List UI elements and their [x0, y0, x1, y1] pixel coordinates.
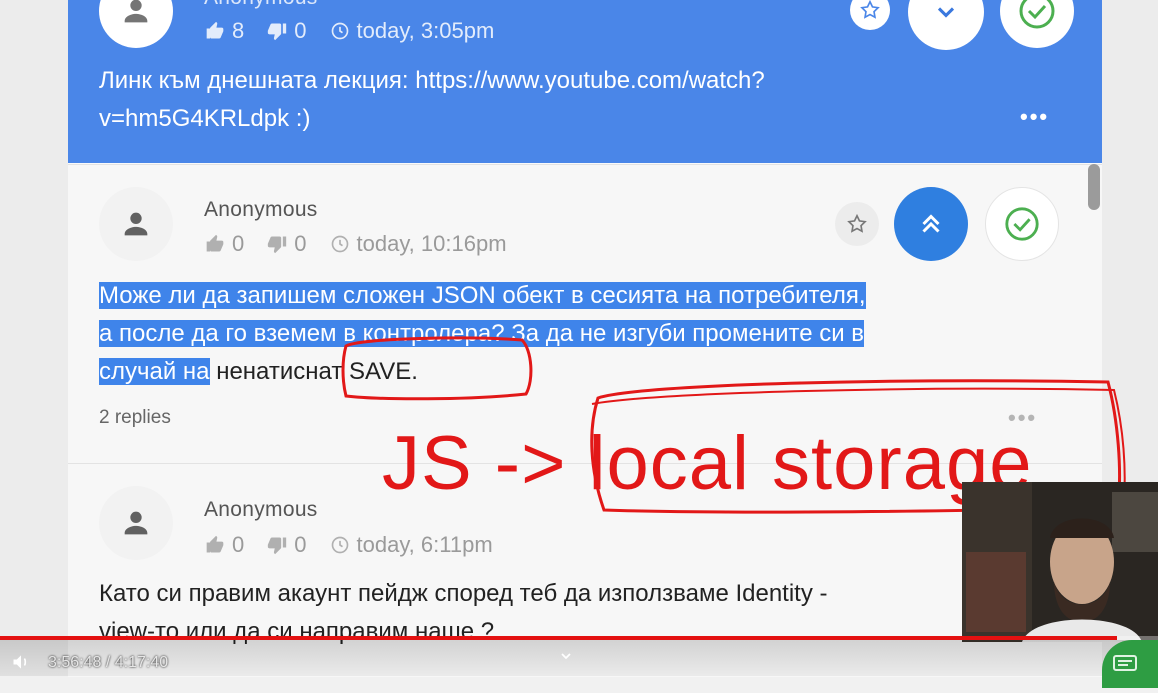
- vote-meta: 0 0 today, 6:11pm: [204, 532, 493, 558]
- time-display: 3:56:48 / 4:17:40: [48, 654, 168, 672]
- check-circle-icon: [1005, 207, 1039, 241]
- star-icon: [847, 213, 867, 233]
- downvote-count: 0: [294, 18, 307, 43]
- upvote-count: 0: [232, 532, 245, 557]
- time-separator: /: [101, 654, 115, 671]
- upvote-count: 0: [232, 231, 245, 256]
- star-icon: [860, 0, 880, 19]
- downvote-count: 0: [294, 231, 307, 256]
- expand-chevron-button[interactable]: [558, 648, 574, 669]
- vote-meta: 0 0 today, 10:16pm: [204, 231, 507, 257]
- time-elapsed: 3:56:48: [48, 654, 102, 671]
- star-button[interactable]: [850, 0, 890, 30]
- question-text: Може ли да запишем сложен JSON обект в с…: [99, 277, 866, 391]
- chevron-down-icon: [937, 7, 955, 18]
- user-icon: [124, 212, 148, 236]
- question-card-highlighted: Anonymous 8 0 today, 3:05pm Линк към дне…: [68, 0, 1102, 163]
- author-name: Anonymous: [204, 198, 318, 221]
- selected-text: Може ли да запишем сложен JSON обект в с…: [99, 282, 866, 309]
- chevron-down-icon: [561, 653, 571, 660]
- author-name: Anonymous: [204, 0, 318, 10]
- mark-answered-button[interactable]: [1000, 0, 1074, 48]
- question-text-line: v=hm5G4KRLdpk :): [99, 105, 311, 132]
- clock-icon: [329, 20, 351, 42]
- unselected-text: ненатиснат SAVE.: [209, 358, 418, 385]
- timestamp: today, 3:05pm: [356, 18, 495, 43]
- question-text-line: Линк към днешната лекция: https://www.yo…: [99, 67, 765, 94]
- avatar: [99, 486, 173, 560]
- thumbs-down-icon[interactable]: [266, 233, 288, 255]
- clock-icon: [329, 233, 351, 255]
- mark-answered-button[interactable]: [985, 187, 1059, 261]
- upvote-count: 8: [232, 18, 245, 43]
- star-button[interactable]: [835, 202, 879, 246]
- timestamp: today, 6:11pm: [356, 532, 493, 557]
- more-options-button[interactable]: •••: [1020, 104, 1049, 130]
- webcam-presenter-image: [962, 482, 1158, 642]
- user-icon: [124, 511, 148, 535]
- question-card: Anonymous 0 0 today, 10:16pm Може ли да …: [68, 164, 1102, 463]
- scrollbar-thumb[interactable]: [1088, 164, 1100, 210]
- avatar: [99, 0, 173, 48]
- clock-icon: [329, 534, 351, 556]
- thumbs-up-icon[interactable]: [204, 20, 226, 42]
- timestamp: today, 10:16pm: [356, 231, 507, 256]
- selected-text: случай на: [99, 358, 210, 385]
- question-text-line: Като си правим акаунт пейдж според теб д…: [99, 580, 828, 607]
- replies-link[interactable]: 2 replies: [99, 407, 171, 429]
- thumbs-up-icon[interactable]: [204, 534, 226, 556]
- avatar: [99, 187, 173, 261]
- time-total: 4:17:40: [114, 654, 169, 671]
- user-icon: [124, 0, 148, 23]
- vote-meta: 8 0 today, 3:05pm: [204, 18, 494, 44]
- chevron-double-up-icon: [922, 214, 940, 233]
- settings-badge-icon: [1113, 655, 1137, 671]
- settings-badge[interactable]: [1102, 640, 1158, 688]
- player-controls-bar: [0, 640, 1158, 676]
- annotation-text: JS -> local storage: [382, 421, 1033, 506]
- collapse-button[interactable]: [908, 0, 984, 50]
- downvote-count: 0: [294, 532, 307, 557]
- question-text: Линк към днешната лекция: https://www.yo…: [99, 62, 765, 138]
- check-circle-icon: [1019, 0, 1055, 29]
- volume-icon: [13, 655, 27, 669]
- webcam-overlay: [962, 482, 1158, 642]
- selected-text: а после да го вземем в контролера? За да…: [99, 320, 865, 347]
- thumbs-up-icon[interactable]: [204, 233, 226, 255]
- volume-button[interactable]: [10, 652, 32, 677]
- thumbs-down-icon[interactable]: [266, 20, 288, 42]
- thumbs-down-icon[interactable]: [266, 534, 288, 556]
- author-name: Anonymous: [204, 498, 318, 521]
- expand-button[interactable]: [894, 187, 968, 261]
